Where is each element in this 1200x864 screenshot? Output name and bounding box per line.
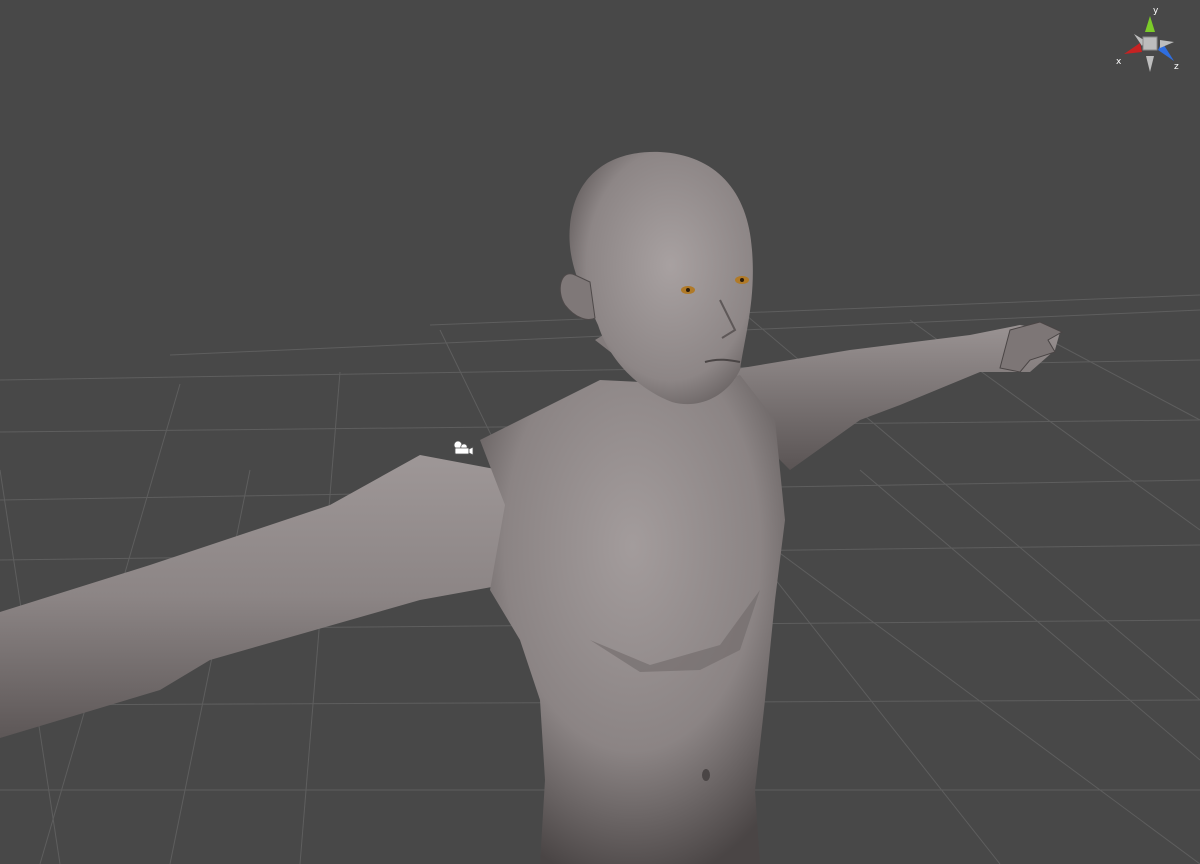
head [569,151,753,405]
gizmo-center-cube [1142,36,1158,51]
gizmo-y-label: y [1153,6,1159,16]
gizmo-x-label: x [1116,57,1122,67]
scene-viewport[interactable]: x y z [0,0,1200,864]
camera-icon[interactable] [450,438,476,458]
x-axis-cone [1124,43,1142,54]
y-axis-cone [1145,16,1155,32]
neg-y-cone [1146,56,1154,72]
neg-x-cone [1160,40,1174,48]
scene-canvas[interactable] [0,0,1200,864]
character-model[interactable] [0,151,1064,864]
gizmo-z-label: z [1174,62,1179,72]
orientation-gizmo[interactable]: x y z [1112,6,1188,76]
left-arm [0,455,530,738]
navel [702,769,710,781]
